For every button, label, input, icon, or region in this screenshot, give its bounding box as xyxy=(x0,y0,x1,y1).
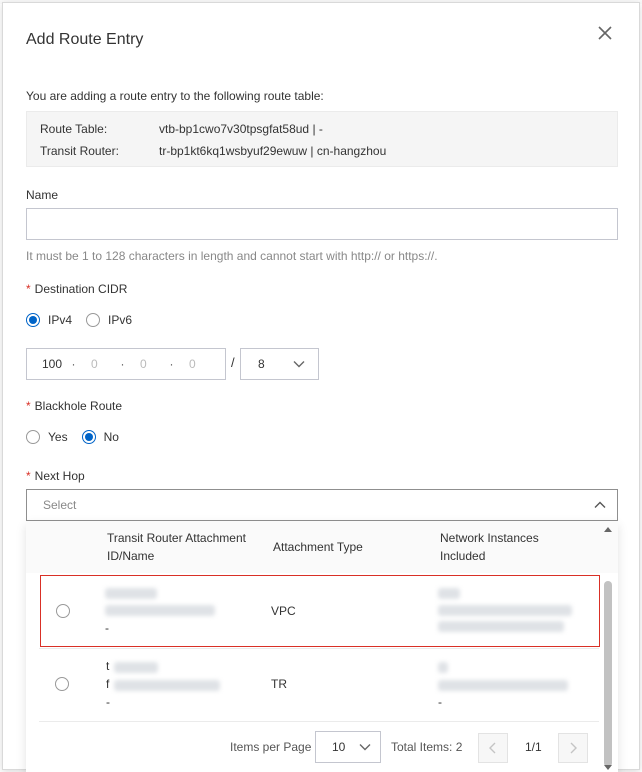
ipv6-radio[interactable]: IPv6 xyxy=(86,313,132,327)
blackhole-yes-radio[interactable]: Yes xyxy=(26,430,68,444)
destination-cidr-label: * Destination CIDR xyxy=(26,282,127,296)
chevron-down-icon xyxy=(293,361,305,368)
next-hop-label-text: Next Hop xyxy=(34,469,85,483)
chevron-right-icon xyxy=(570,742,577,754)
ip-octet-2[interactable]: 0 xyxy=(76,357,120,371)
transit-router-value: tr-bp1kt6kq1wsbyuf29ewuw | cn-hangzhou xyxy=(159,144,387,158)
column-header-type: Attachment Type xyxy=(273,540,363,554)
mask-length-select[interactable]: 8 xyxy=(240,348,319,380)
row-divider xyxy=(39,721,599,722)
redacted-text xyxy=(114,662,158,673)
attachment-name-dash: - xyxy=(106,695,110,709)
ip-octet-4[interactable]: 0 xyxy=(174,357,218,371)
scroll-down-icon[interactable] xyxy=(604,765,612,770)
scroll-up-icon[interactable] xyxy=(604,527,612,532)
dropdown-scrollbar[interactable] xyxy=(601,521,615,772)
scrollbar-thumb[interactable] xyxy=(604,581,612,767)
blackhole-yes-label: Yes xyxy=(48,430,68,444)
redacted-text xyxy=(438,605,572,616)
close-button[interactable] xyxy=(593,21,617,45)
ipv4-radio-label: IPv4 xyxy=(48,313,73,327)
chevron-down-icon xyxy=(359,744,371,751)
redacted-text xyxy=(438,662,448,673)
destination-cidr-label-text: Destination CIDR xyxy=(34,282,128,296)
blackhole-radio-group: Yes No xyxy=(26,428,133,446)
pagination: Items per Page 10 Total Items: 2 1/1 xyxy=(26,729,601,765)
attachment-type: TR xyxy=(271,677,287,691)
radio-unselected-icon xyxy=(86,313,101,327)
next-hop-dropdown: Transit Router Attachment ID/Name Attach… xyxy=(26,521,618,772)
attachment-name-prefix: f xyxy=(106,677,110,691)
redacted-text xyxy=(438,680,568,691)
mask-length-value: 8 xyxy=(258,357,265,371)
ip-version-radio-group: IPv4 IPv6 xyxy=(26,311,146,329)
blackhole-route-label: * Blackhole Route xyxy=(26,399,122,413)
next-hop-select[interactable]: Select xyxy=(26,489,618,521)
ip-octet-1[interactable]: 100 xyxy=(27,357,71,371)
redacted-text xyxy=(438,621,564,632)
dialog-title: Add Route Entry xyxy=(26,31,144,48)
redacted-text xyxy=(438,588,460,599)
page-size-select[interactable]: 10 xyxy=(315,731,381,763)
radio-unselected-icon xyxy=(26,430,40,444)
required-mark: * xyxy=(26,399,31,413)
chevron-left-icon xyxy=(489,742,496,754)
transit-router-label: Transit Router: xyxy=(40,144,119,158)
route-table-row: Route Table: vtb-bp1cwo7v30tpsgfat58ud | … xyxy=(40,122,323,136)
redacted-text xyxy=(105,605,215,616)
next-hop-placeholder: Select xyxy=(43,498,77,512)
next-hop-label: * Next Hop xyxy=(26,469,85,483)
ipv4-radio[interactable]: IPv4 xyxy=(26,313,72,327)
name-input[interactable] xyxy=(26,208,618,240)
column-header-attachment: Transit Router Attachment ID/Name xyxy=(107,531,246,563)
attachment-name-dash: - xyxy=(105,621,109,635)
attachment-id-prefix: t xyxy=(106,659,110,673)
next-page-button[interactable] xyxy=(558,733,588,763)
required-mark: * xyxy=(26,469,31,483)
required-mark: * xyxy=(26,282,31,296)
ip-address-input[interactable]: 100 · 0 · 0 · 0 xyxy=(26,348,226,380)
column-header-instances: Network Instances Included xyxy=(440,531,539,563)
route-table-info: Route Table: vtb-bp1cwo7v30tpsgfat58ud | … xyxy=(26,111,618,167)
intro-text: You are adding a route entry to the foll… xyxy=(26,89,324,103)
blackhole-no-label: No xyxy=(103,430,119,444)
row-radio[interactable] xyxy=(56,604,70,618)
items-per-page-label: Items per Page xyxy=(230,740,312,754)
blackhole-route-label-text: Blackhole Route xyxy=(34,399,123,413)
total-items: Total Items: 2 xyxy=(391,740,463,754)
instances-dash: - xyxy=(438,695,442,709)
radio-selected-icon xyxy=(81,430,96,444)
redacted-text xyxy=(114,680,220,691)
chevron-up-icon xyxy=(594,501,606,508)
attachment-type: VPC xyxy=(271,604,296,618)
page-size-value: 10 xyxy=(332,740,346,754)
table-row[interactable]: - VPC xyxy=(40,575,600,647)
blackhole-no-radio[interactable]: No xyxy=(81,430,119,444)
transit-router-row: Transit Router: tr-bp1kt6kq1wsbyuf29ewuw … xyxy=(40,144,386,158)
route-table-value: vtb-bp1cwo7v30tpsgfat58ud | - xyxy=(159,122,323,136)
route-table-label: Route Table: xyxy=(40,122,108,136)
cidr-slash: / xyxy=(231,355,235,370)
page-indicator: 1/1 xyxy=(525,740,542,754)
table-row[interactable]: t f - TR - xyxy=(40,649,600,721)
radio-selected-icon xyxy=(26,313,40,327)
prev-page-button[interactable] xyxy=(478,733,508,763)
redacted-text xyxy=(105,588,157,599)
ip-octet-3[interactable]: 0 xyxy=(125,357,169,371)
name-label: Name xyxy=(26,188,59,202)
close-icon xyxy=(598,26,612,40)
name-hint: It must be 1 to 128 characters in length… xyxy=(26,249,438,263)
table-header: Transit Router Attachment ID/Name Attach… xyxy=(26,521,618,573)
ipv6-radio-label: IPv6 xyxy=(108,313,133,327)
add-route-entry-dialog: Add Route Entry You are adding a route e… xyxy=(2,2,640,772)
row-radio[interactable] xyxy=(55,677,69,691)
